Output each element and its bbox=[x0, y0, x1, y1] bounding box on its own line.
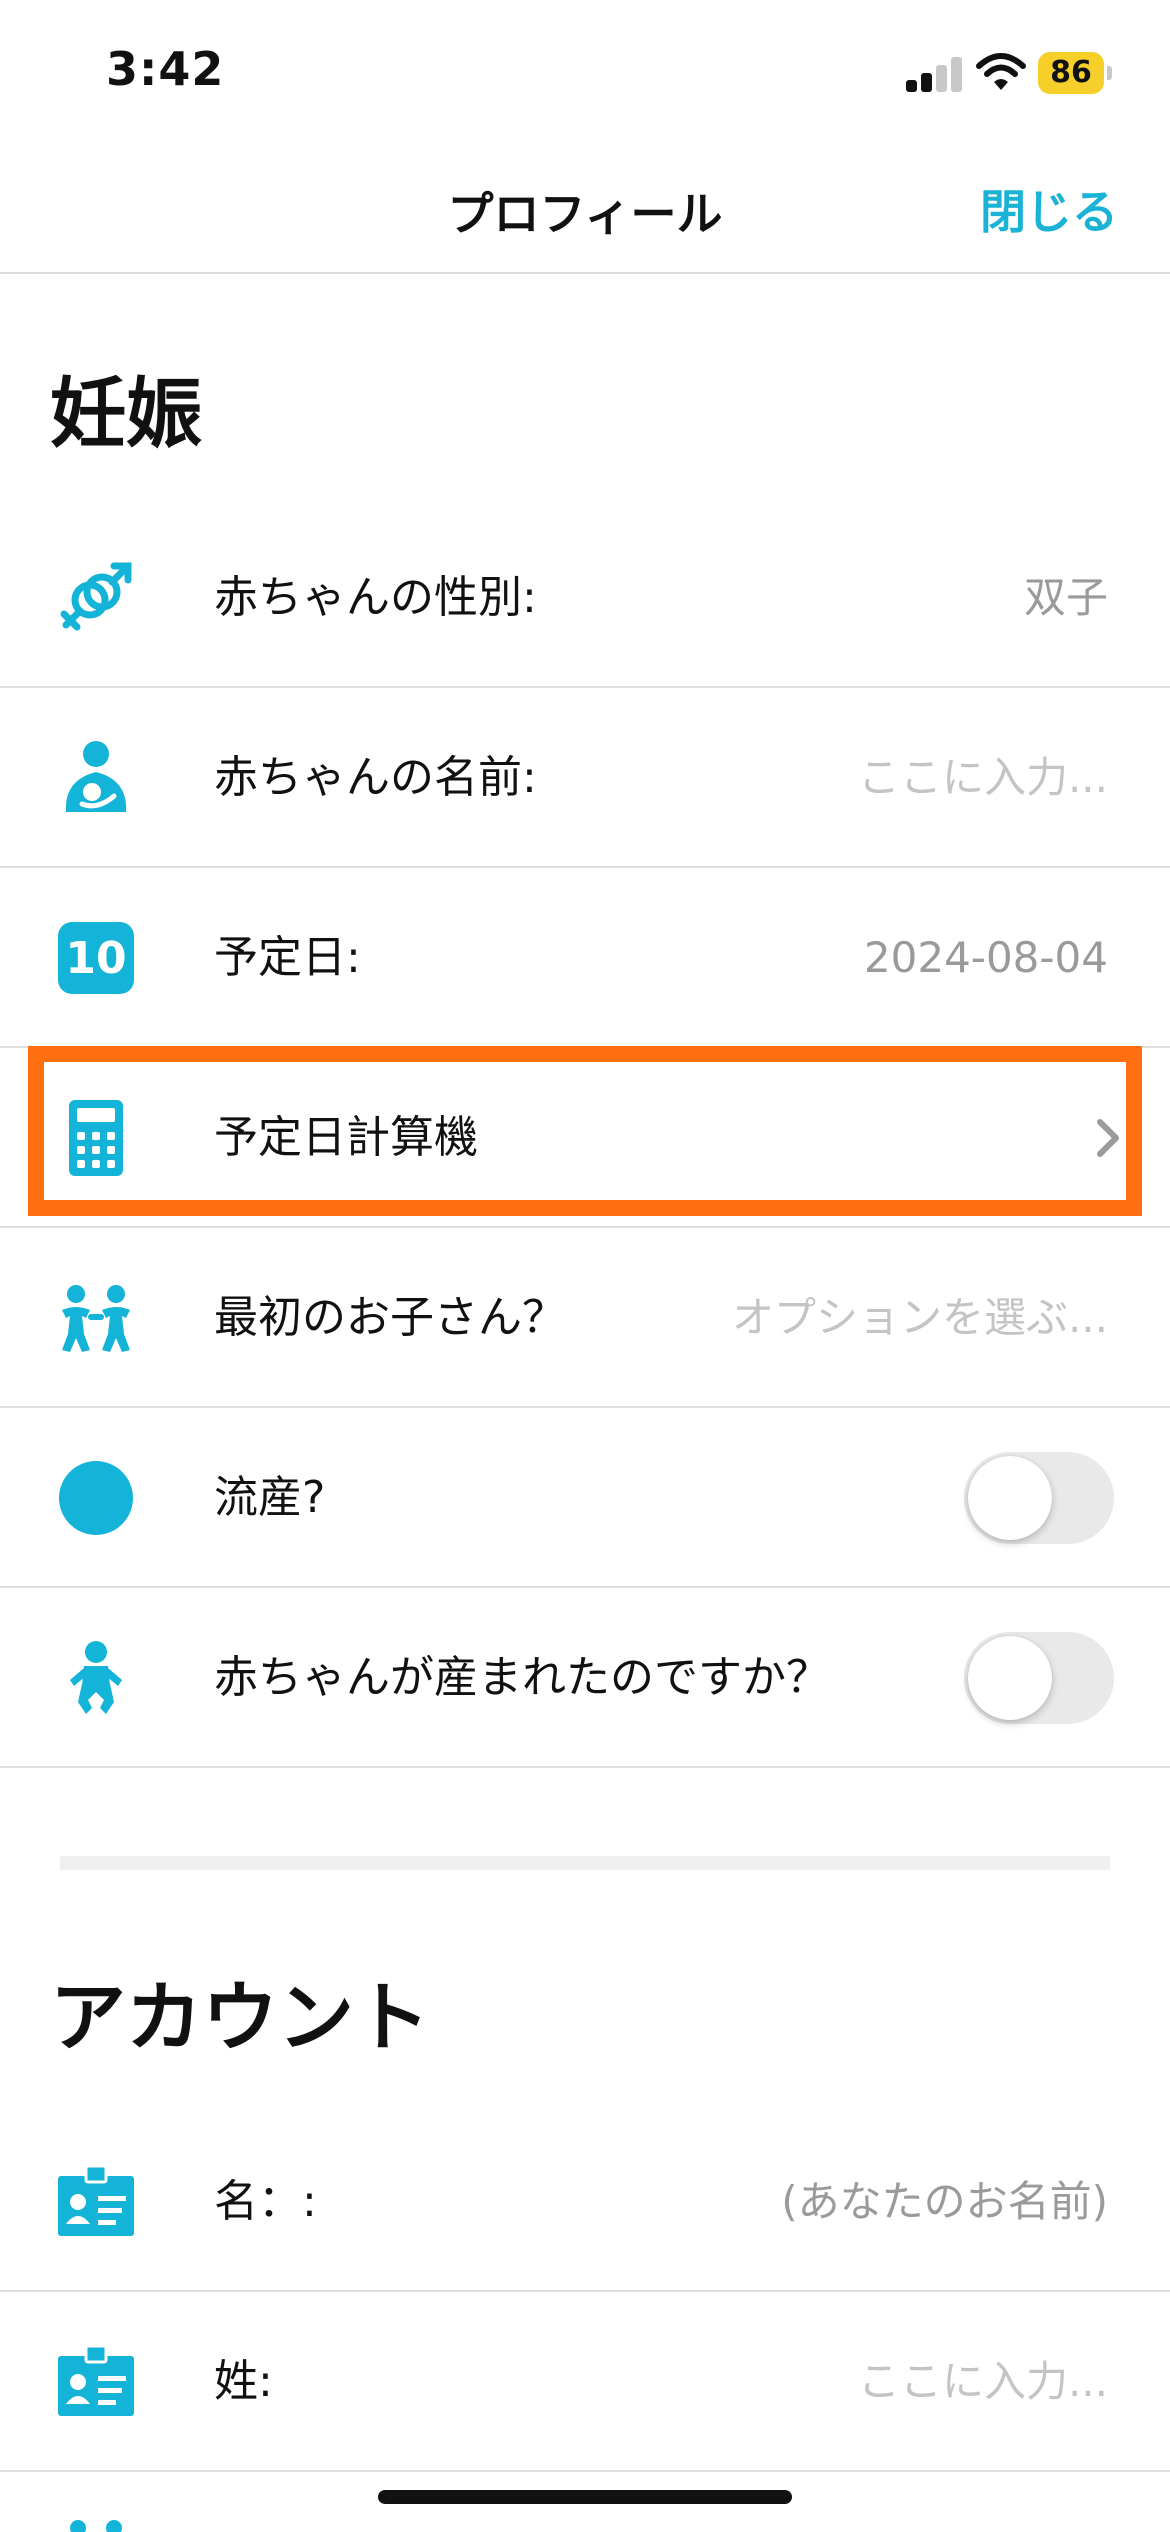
baby-name-input[interactable]: ここに入力... bbox=[858, 688, 1108, 868]
mother-baby-icon bbox=[58, 740, 134, 816]
battery-level: 86 bbox=[1050, 55, 1092, 90]
section-title-pregnancy: 妊娠 bbox=[50, 369, 202, 458]
battery-icon: 86 bbox=[1038, 52, 1112, 94]
first-child-select[interactable]: オプションを選ぶ... bbox=[732, 1228, 1108, 1408]
cellular-signal-icon bbox=[906, 56, 962, 92]
status-time: 3:42 bbox=[106, 42, 225, 96]
row-label: 流産? bbox=[214, 1472, 326, 1523]
row-label: 予定日: bbox=[214, 932, 361, 983]
row-baby-gender[interactable]: 赤ちゃんの性別: 双子 bbox=[0, 508, 1170, 688]
row-miscarriage: 流産? bbox=[0, 1408, 1170, 1588]
row-label: 姓: bbox=[214, 2356, 273, 2407]
gender-icon bbox=[58, 560, 134, 636]
highlight-box bbox=[28, 1046, 1142, 1216]
calendar-icon-number: 10 bbox=[65, 933, 127, 984]
row-label: 赤ちゃんの性別: bbox=[214, 572, 537, 623]
last-name-input[interactable]: ここに入力... bbox=[858, 2292, 1108, 2472]
nav-bar: プロフィール 閉じる bbox=[0, 140, 1170, 274]
miscarriage-toggle[interactable] bbox=[964, 1452, 1114, 1544]
id-card-icon bbox=[58, 2164, 134, 2240]
row-label: 赤ちゃんが産まれたのですか？ bbox=[214, 1652, 830, 1703]
row-first-name[interactable]: 名：: (あなたのお名前) bbox=[0, 2112, 1170, 2292]
baby-born-toggle[interactable] bbox=[964, 1632, 1114, 1724]
row-label: 赤ちゃんの名前: bbox=[214, 752, 537, 803]
children-icon bbox=[58, 1280, 134, 1356]
row-baby-born: 赤ちゃんが産まれたのですか？ bbox=[0, 1588, 1170, 1768]
status-bar: 3:42 86 bbox=[0, 0, 1170, 140]
row-label: 名：: bbox=[214, 2176, 317, 2227]
section-divider bbox=[60, 1856, 1110, 1870]
circle-icon bbox=[58, 1460, 134, 1536]
home-indicator bbox=[378, 2490, 792, 2504]
first-name-input[interactable]: (あなたのお名前) bbox=[781, 2112, 1108, 2292]
wifi-icon bbox=[976, 52, 1026, 92]
due-date-value[interactable]: 2024-08-04 bbox=[864, 868, 1108, 1048]
id-card-icon bbox=[58, 2344, 134, 2420]
toggle-knob bbox=[968, 1456, 1052, 1540]
row-due-date[interactable]: 10 予定日: 2024-08-04 bbox=[0, 868, 1170, 1048]
row-baby-name[interactable]: 赤ちゃんの名前: ここに入力... bbox=[0, 688, 1170, 868]
baby-gender-value[interactable]: 双子 bbox=[1024, 508, 1108, 688]
row-last-name[interactable]: 姓: ここに入力... bbox=[0, 2292, 1170, 2472]
row-label: 最初のお子さん？ bbox=[214, 1292, 566, 1343]
partial-row-icon bbox=[58, 2514, 134, 2532]
close-button[interactable]: 閉じる bbox=[980, 176, 1118, 242]
calendar-icon: 10 bbox=[58, 920, 134, 996]
toggle-knob bbox=[968, 1636, 1052, 1720]
section-title-account: アカウント bbox=[50, 1973, 430, 2062]
baby-icon bbox=[58, 1640, 134, 1716]
row-first-child[interactable]: 最初のお子さん？ オプションを選ぶ... bbox=[0, 1228, 1170, 1408]
